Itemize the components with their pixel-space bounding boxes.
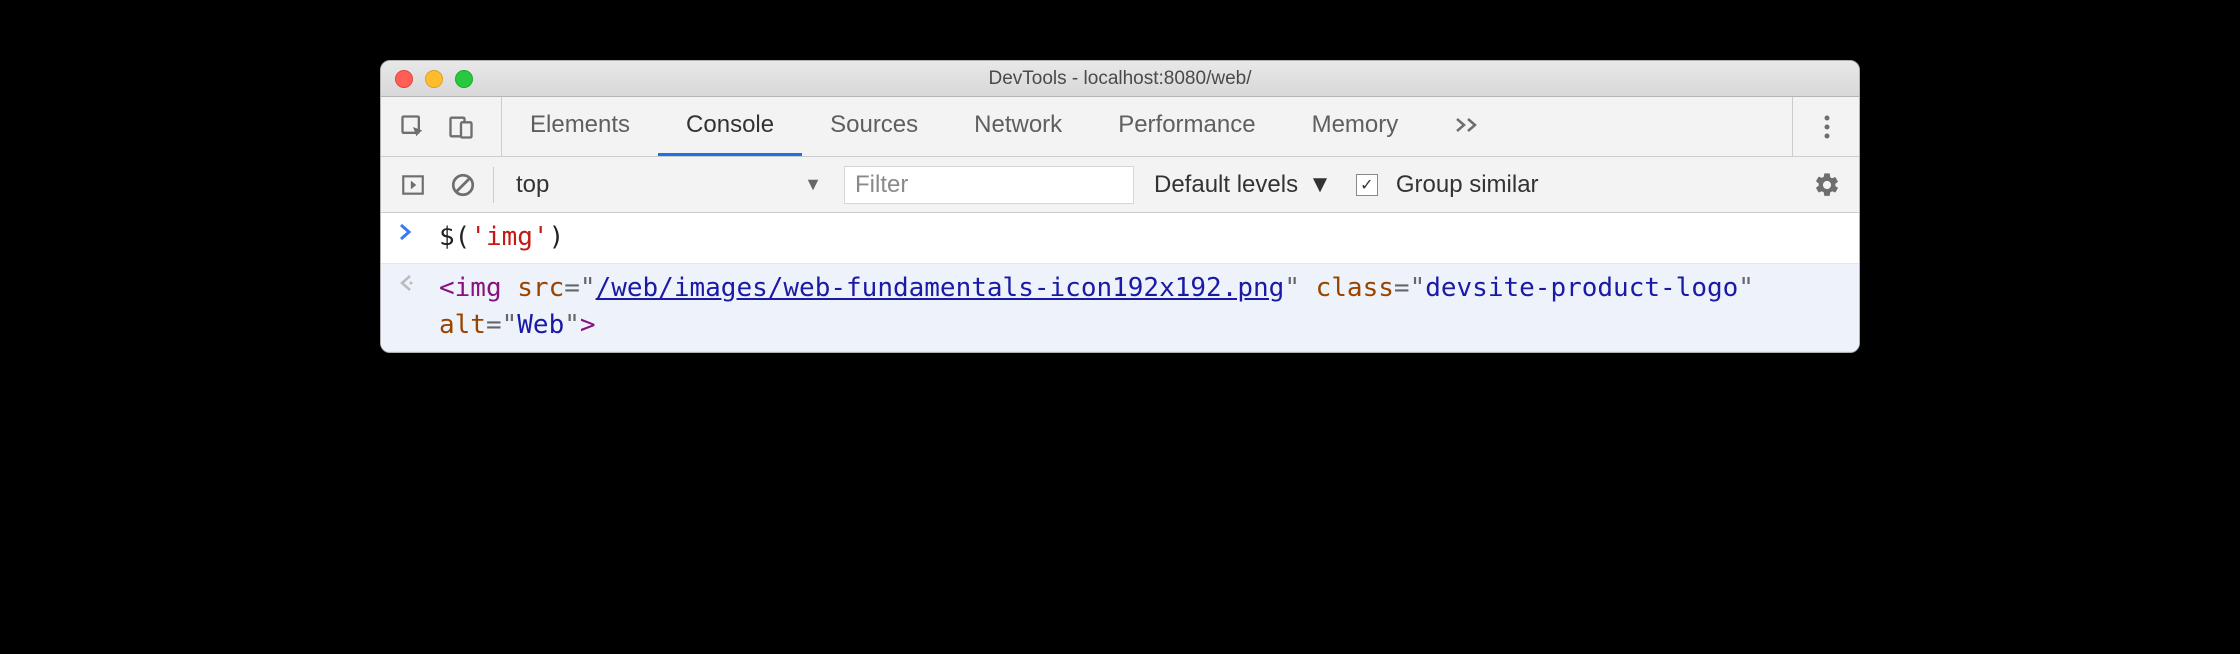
clear-console-icon[interactable] (443, 165, 483, 205)
console-toolbar: top ▼ Default levels ▼ ✓ Group similar (381, 157, 1859, 213)
tab-sources[interactable]: Sources (802, 97, 946, 156)
chevron-down-icon: ▼ (1308, 171, 1332, 199)
tab-overflow[interactable] (1426, 97, 1510, 156)
attr-alt-name: alt (439, 310, 486, 340)
chevron-down-icon: ▼ (804, 174, 822, 195)
tabbar-right-tools (1792, 97, 1847, 156)
tab-console[interactable]: Console (658, 97, 802, 156)
tab-network[interactable]: Network (946, 97, 1090, 156)
group-similar-checkbox[interactable]: ✓ (1356, 174, 1378, 196)
zoom-window-button[interactable] (455, 70, 473, 88)
context-value: top (516, 171, 549, 199)
element-tag: img (455, 273, 502, 303)
code-fn: $ (439, 222, 455, 252)
context-selector[interactable]: top ▼ (504, 165, 834, 205)
attr-alt-value: Web (517, 310, 564, 340)
console-settings-icon[interactable] (1807, 165, 1847, 205)
device-toolbar-icon[interactable] (441, 107, 481, 147)
chevron-double-right-icon (1454, 116, 1482, 134)
kebab-menu-icon[interactable] (1807, 107, 1847, 147)
console-input-row[interactable]: $('img') (381, 213, 1859, 263)
minimize-window-button[interactable] (425, 70, 443, 88)
tab-memory[interactable]: Memory (1284, 97, 1427, 156)
code-string: 'img' (470, 222, 548, 252)
attr-class-value: devsite-product-logo (1425, 273, 1738, 303)
separator (493, 167, 494, 203)
console-body: $('img') <img src="/web/images/web-funda… (381, 213, 1859, 352)
filter-input[interactable] (844, 166, 1134, 204)
group-similar-label: Group similar (1396, 171, 1539, 199)
tabbar-left-tools (393, 97, 502, 156)
tab-elements[interactable]: Elements (502, 97, 658, 156)
console-output-code: <img src="/web/images/web-fundamentals-i… (439, 270, 1841, 345)
attr-class-name: class (1316, 273, 1394, 303)
traffic-lights (395, 70, 473, 88)
devtools-window: DevTools - localhost:8080/web/ Elements … (380, 60, 1860, 353)
console-input-code: $('img') (439, 219, 1841, 257)
attr-src-value[interactable]: /web/images/web-fundamentals-icon192x192… (596, 273, 1285, 303)
inspect-element-icon[interactable] (393, 107, 433, 147)
close-window-button[interactable] (395, 70, 413, 88)
log-levels-selector[interactable]: Default levels ▼ (1154, 171, 1332, 199)
titlebar: DevTools - localhost:8080/web/ (381, 61, 1859, 97)
tab-performance[interactable]: Performance (1090, 97, 1283, 156)
panel-tabs: Elements Console Sources Network Perform… (502, 97, 1792, 156)
levels-label: Default levels (1154, 171, 1298, 199)
output-indicator-icon (399, 270, 439, 345)
input-prompt-icon (399, 219, 439, 257)
console-output-row[interactable]: <img src="/web/images/web-fundamentals-i… (381, 263, 1859, 352)
attr-src-name: src (517, 273, 564, 303)
toggle-sidebar-icon[interactable] (393, 165, 433, 205)
devtools-tabbar: Elements Console Sources Network Perform… (381, 97, 1859, 157)
window-title: DevTools - localhost:8080/web/ (989, 68, 1252, 90)
